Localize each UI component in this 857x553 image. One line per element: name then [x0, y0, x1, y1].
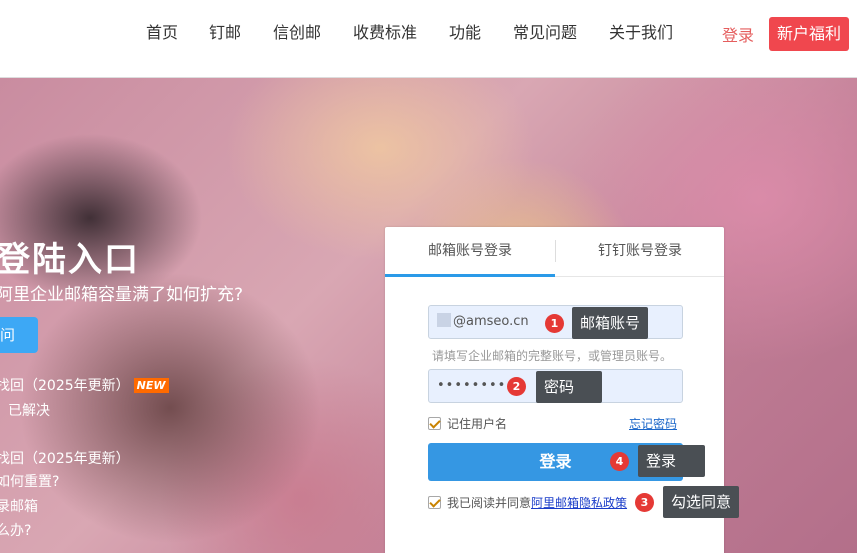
nav-item-home[interactable]: 首页	[146, 20, 178, 46]
remember-username-label[interactable]: 记住用户名	[447, 415, 507, 432]
new-user-promo-button[interactable]: 新户福利	[769, 17, 849, 51]
forgot-password-link[interactable]: 忘记密码	[629, 415, 677, 432]
header-login-link[interactable]: 登录	[722, 24, 754, 48]
hero-subtitle[interactable]: 阿里企业邮箱容量满了如何扩充?	[0, 280, 243, 305]
annotation-number-4: 4	[610, 452, 629, 471]
hero-link-recover-2[interactable]: 找回（2025年更新）	[0, 448, 130, 468]
agree-policy-checkbox[interactable]	[428, 496, 441, 509]
annotation-number-2: 2	[507, 377, 526, 396]
nav-item-features[interactable]: 功能	[449, 20, 481, 46]
annotation-number-1: 1	[545, 314, 564, 333]
annotation-label-agree: 勾选同意	[663, 486, 740, 518]
remember-username-checkbox[interactable]	[428, 417, 441, 430]
nav-item-about[interactable]: 关于我们	[609, 20, 673, 46]
agree-policy-text: 我已阅读并同意阿里邮箱隐私政策	[447, 496, 628, 510]
hero-link-login-mail[interactable]: 录邮箱	[0, 496, 38, 516]
nav-item-xinchuang[interactable]: 信创邮	[273, 20, 321, 46]
nav-item-dingmail[interactable]: 钉邮	[209, 20, 241, 46]
username-hint: 请填写企业邮箱的完整账号，或管理员账号。	[432, 349, 673, 363]
hero-link-reset[interactable]: 如何重置?	[0, 471, 59, 491]
annotation-label-password: 密码	[536, 371, 602, 403]
nav-item-pricing[interactable]: 收费标准	[353, 20, 417, 46]
privacy-policy-link[interactable]: 阿里邮箱隐私政策	[531, 496, 627, 510]
hero-title: 登陆入口	[0, 240, 140, 280]
annotation-label-username: 邮箱账号	[572, 307, 649, 339]
hero-ask-button[interactable]: 问	[0, 317, 38, 353]
hero-link-solved[interactable]: 已解决	[8, 400, 50, 420]
login-tabs: 邮箱账号登录 钉钉账号登录	[385, 227, 724, 277]
annotation-number-3: 3	[635, 493, 654, 512]
nav-item-faq[interactable]: 常见问题	[513, 20, 577, 46]
tab-dingtalk-account[interactable]: 钉钉账号登录	[556, 227, 724, 277]
top-header: 首页 钉邮 信创邮 收费标准 功能 常见问题 关于我们 登录 新户福利	[0, 0, 857, 78]
annotation-label-login: 登录	[638, 445, 705, 477]
new-badge: NEW	[133, 378, 169, 393]
hero-link-what-to-do[interactable]: 么办?	[0, 520, 31, 540]
tab-email-account[interactable]: 邮箱账号登录	[385, 227, 555, 277]
hero-link-recover[interactable]: 找回（2025年更新） NEW	[0, 375, 169, 395]
masked-username-prefix	[437, 313, 451, 327]
